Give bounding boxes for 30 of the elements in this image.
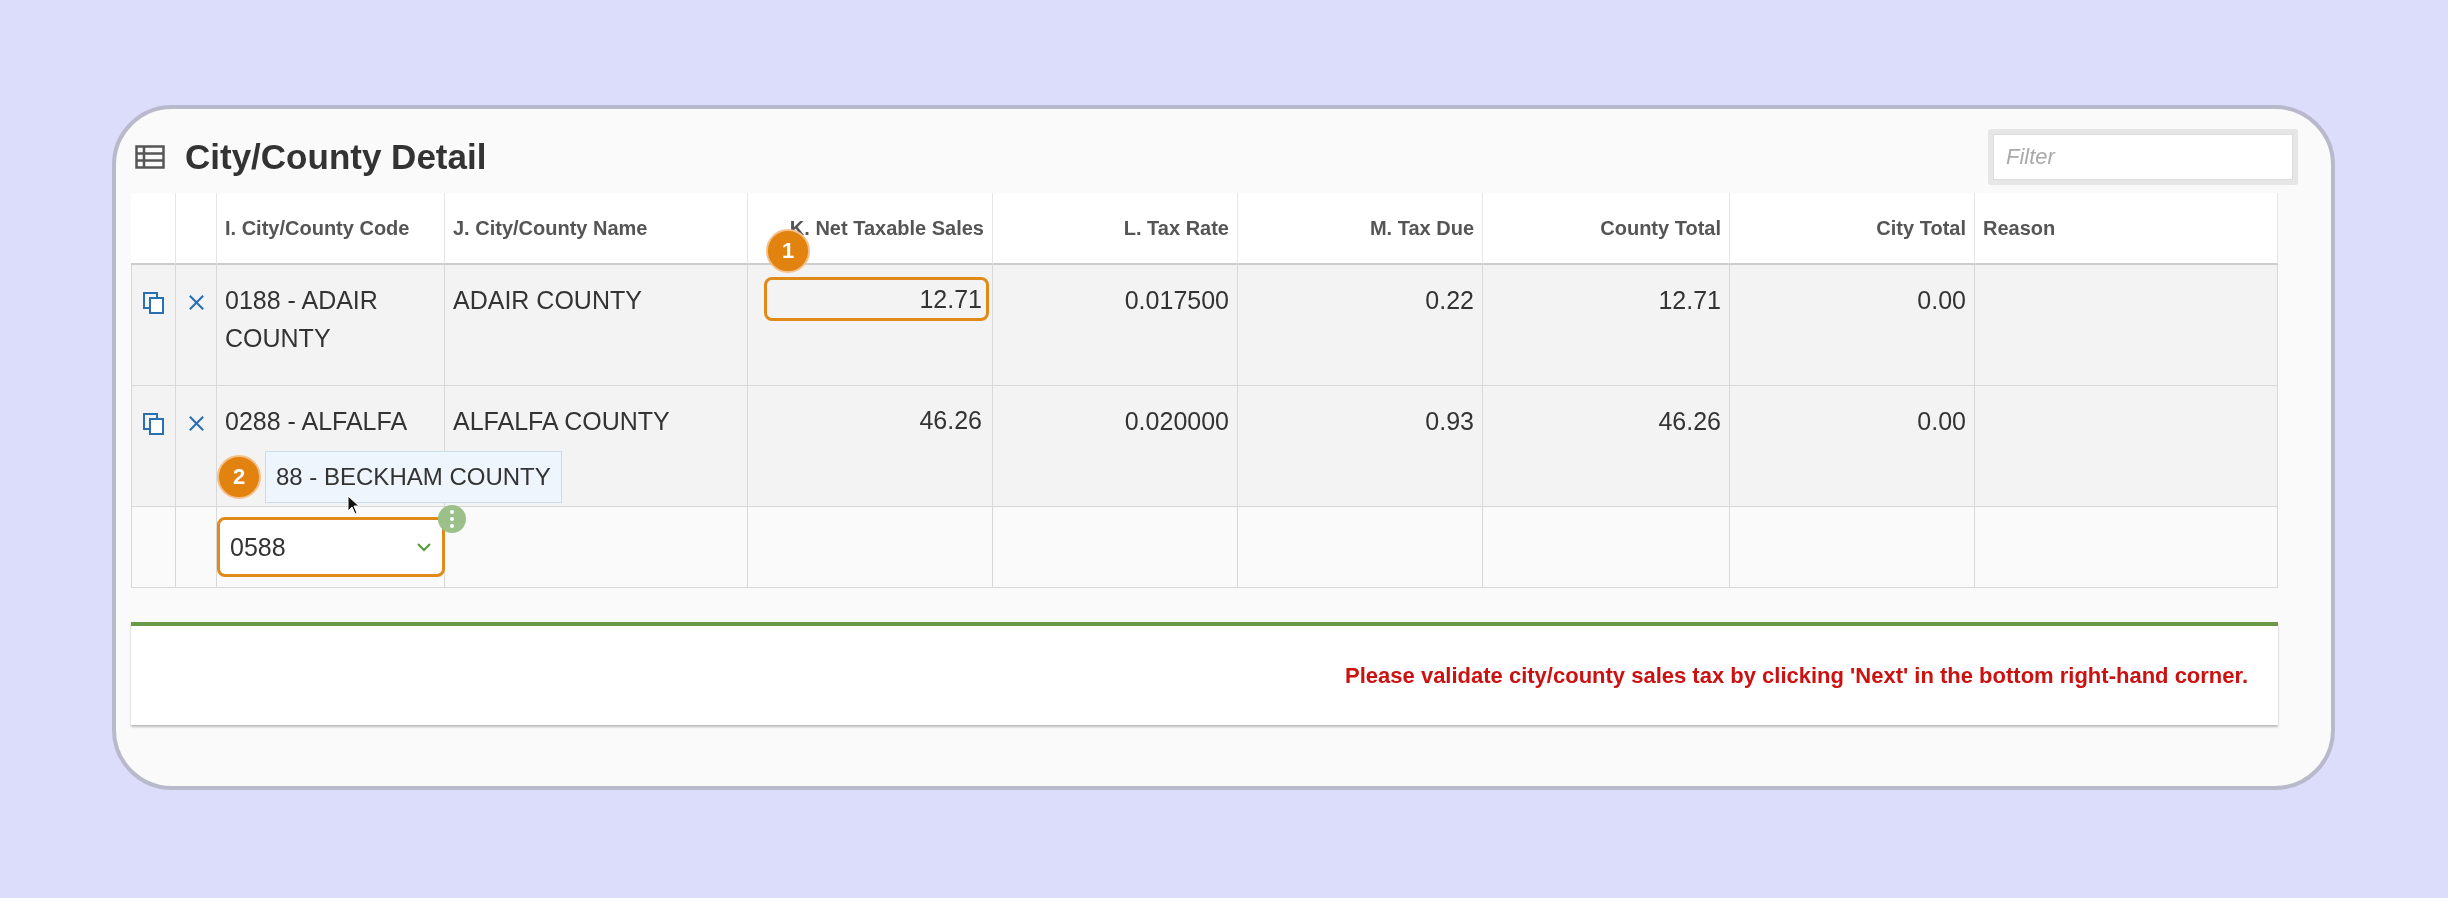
close-icon[interactable]: [186, 414, 206, 433]
table-cell: 0.00: [1730, 386, 1975, 507]
table-cell: 12.71: [748, 265, 993, 386]
code-dropdown[interactable]: 0588: [217, 517, 445, 577]
column-header: M. Tax Due: [1238, 193, 1483, 265]
column-header: County Total: [1483, 193, 1730, 265]
column-header: City Total: [1730, 193, 1975, 265]
table-cell: 0.00: [1730, 265, 1975, 386]
copy-icon[interactable]: [141, 412, 166, 436]
table-cell: 46.26: [748, 386, 993, 507]
copy-icon[interactable]: [141, 291, 166, 315]
table-cell: 46.26: [1483, 386, 1730, 507]
table-cell: 0.020000: [993, 386, 1238, 507]
table-cell: 12.71: [1483, 265, 1730, 386]
table-cell: 0188 - ADAIR COUNTY: [217, 265, 445, 386]
table-cell: 0.93: [1238, 386, 1483, 507]
validation-message: Please validate city/county sales tax by clicking 'Next' in the bottom right-hand corner.: [1345, 662, 2248, 689]
column-header: Reason: [1975, 193, 2278, 265]
suggestion-item[interactable]: 88 - BECKHAM COUNTY: [265, 451, 562, 503]
column-header: L. Tax Rate: [993, 193, 1238, 265]
close-icon[interactable]: [186, 293, 206, 312]
column-header: I. City/County Code: [217, 193, 445, 265]
section-title: City/County Detail: [185, 137, 487, 177]
table-icon: [135, 145, 165, 169]
table-cell: ADAIR COUNTY: [445, 265, 748, 386]
table-cell: 0.22: [1238, 265, 1483, 386]
chevron-icon: [416, 542, 432, 552]
table-cell: 0.017500: [993, 265, 1238, 386]
filter-field[interactable]: Filter: [1993, 134, 2293, 180]
column-header: J. City/County Name: [445, 193, 748, 265]
